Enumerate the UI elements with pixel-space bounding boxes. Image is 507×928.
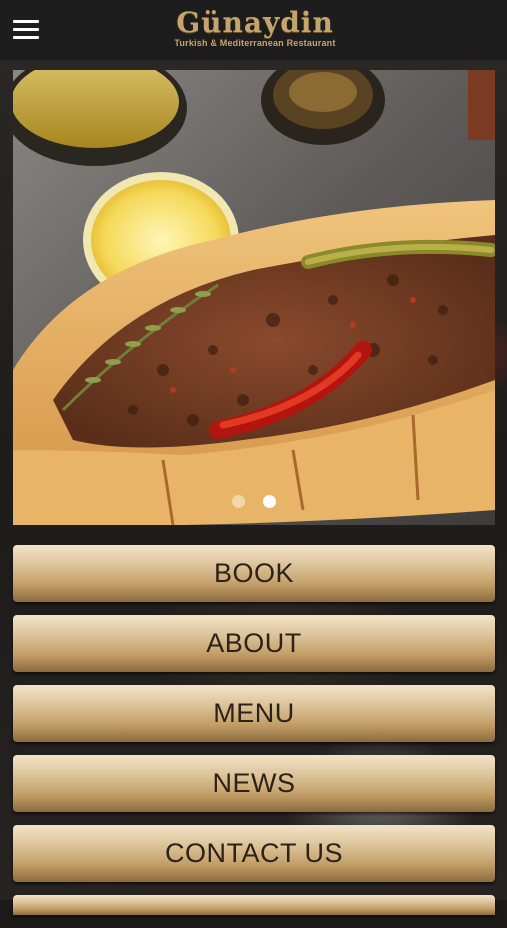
main-menu: BOOK ABOUT MENU NEWS CONTACT US bbox=[13, 545, 495, 928]
news-button[interactable]: NEWS bbox=[13, 755, 495, 812]
contact-us-button[interactable]: CONTACT US bbox=[13, 825, 495, 882]
restaurant-logo: Günaydin Turkish & Mediterranean Restaur… bbox=[150, 8, 360, 49]
about-button[interactable]: ABOUT bbox=[13, 615, 495, 672]
carousel-indicator bbox=[13, 495, 495, 509]
next-menu-button-partial[interactable] bbox=[13, 895, 495, 915]
logo-title: Günaydin bbox=[176, 6, 334, 39]
app-header: Günaydin Turkish & Mediterranean Restaur… bbox=[0, 0, 507, 60]
hero-carousel[interactable] bbox=[13, 70, 495, 525]
logo-subtitle: Turkish & Mediterranean Restaurant bbox=[174, 38, 336, 48]
book-button[interactable]: BOOK bbox=[13, 545, 495, 602]
hamburger-icon[interactable] bbox=[13, 20, 39, 40]
carousel-dot[interactable] bbox=[232, 495, 245, 508]
menu-button[interactable]: MENU bbox=[13, 685, 495, 742]
food-photo bbox=[13, 70, 495, 525]
carousel-dot-active[interactable] bbox=[263, 495, 276, 508]
